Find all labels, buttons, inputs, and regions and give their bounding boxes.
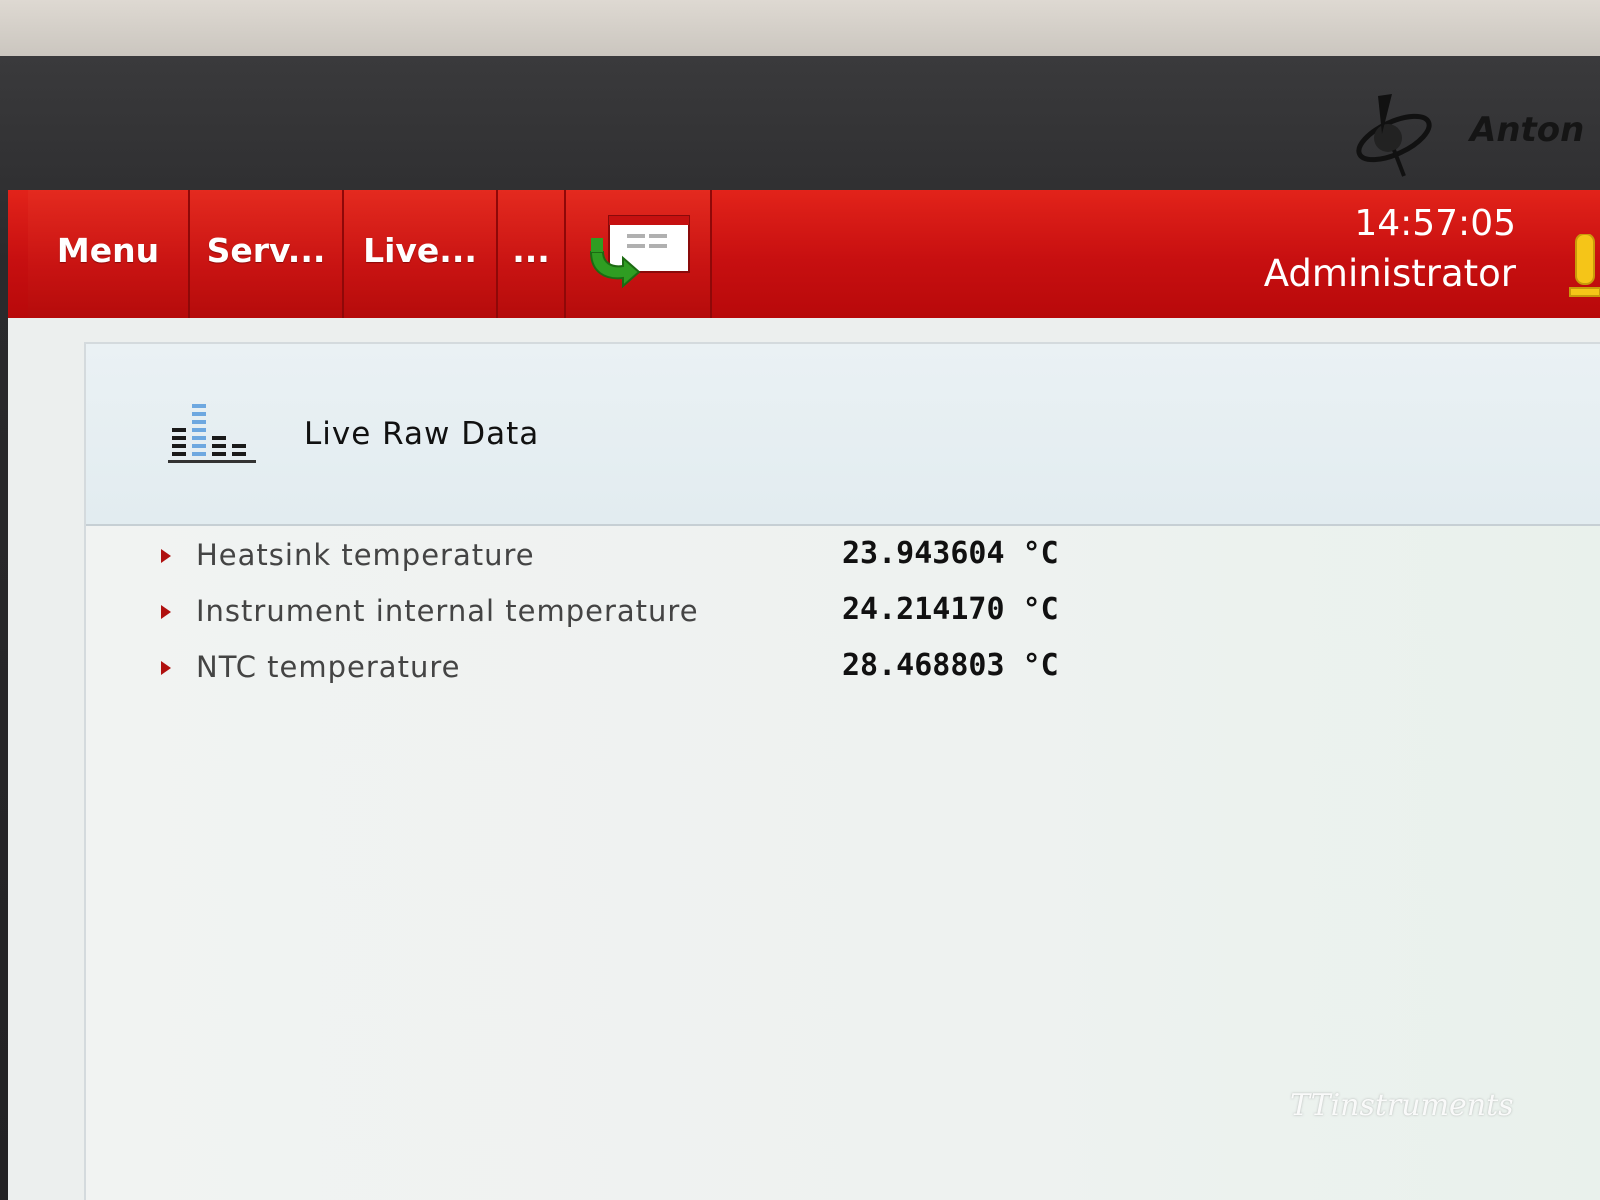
tab-more[interactable]: ...: [498, 190, 566, 318]
tab-live[interactable]: Live...: [344, 190, 498, 318]
tab-system-window[interactable]: [566, 190, 712, 318]
row-value: 28.468803 °C: [842, 648, 1059, 683]
bar-chart-icon: [168, 404, 256, 463]
brand-emblem-icon: [1356, 94, 1432, 177]
top-bar: Menu Serv... Live... ... 14:57:05 Admini…: [8, 190, 1600, 318]
list-item-heatsink[interactable]: Heatsink temperature 23.943604 °C: [86, 528, 1600, 584]
row-value: 23.943604 °C: [842, 536, 1059, 571]
tab-menu-label: Menu: [56, 230, 160, 270]
expand-arrow-icon[interactable]: [160, 660, 172, 676]
brand-logo: Anton: [1340, 82, 1600, 182]
clock-time: 14:57:05: [1354, 203, 1516, 244]
tab-menu[interactable]: Menu: [28, 190, 190, 318]
raw-data-list: Heatsink temperature 23.943604 °C Instru…: [86, 528, 1600, 696]
brand-name: Anton: [1470, 110, 1585, 150]
list-item-instrument-internal[interactable]: Instrument internal temperature 24.21417…: [86, 584, 1600, 640]
row-label: NTC temperature: [196, 650, 461, 684]
instrument-screen: Menu Serv... Live... ... 14:57:05 Admini…: [8, 190, 1600, 1200]
user-key-icon[interactable]: [1566, 234, 1600, 304]
expand-arrow-icon[interactable]: [160, 604, 172, 620]
expand-arrow-icon[interactable]: [160, 548, 172, 564]
tab-more-label: ...: [512, 230, 550, 270]
tab-live-label: Live...: [363, 230, 477, 270]
row-label: Instrument internal temperature: [196, 594, 699, 628]
content-panel: Live Raw Data Heatsink temperature 23.94…: [84, 342, 1600, 1200]
watermark: TTinstruments: [1290, 1088, 1514, 1123]
panel-header: Live Raw Data: [86, 344, 1600, 526]
page-title: Live Raw Data: [304, 416, 540, 452]
list-item-ntc[interactable]: NTC temperature 28.468803 °C: [86, 640, 1600, 696]
tab-service-label: Serv...: [206, 230, 326, 270]
wall-background: [0, 0, 1600, 62]
row-value: 24.214170 °C: [842, 592, 1059, 627]
tab-service[interactable]: Serv...: [190, 190, 344, 318]
user-name[interactable]: Administrator: [1208, 252, 1516, 296]
system-window-arrow-icon: [589, 215, 690, 289]
row-label: Heatsink temperature: [196, 538, 535, 572]
